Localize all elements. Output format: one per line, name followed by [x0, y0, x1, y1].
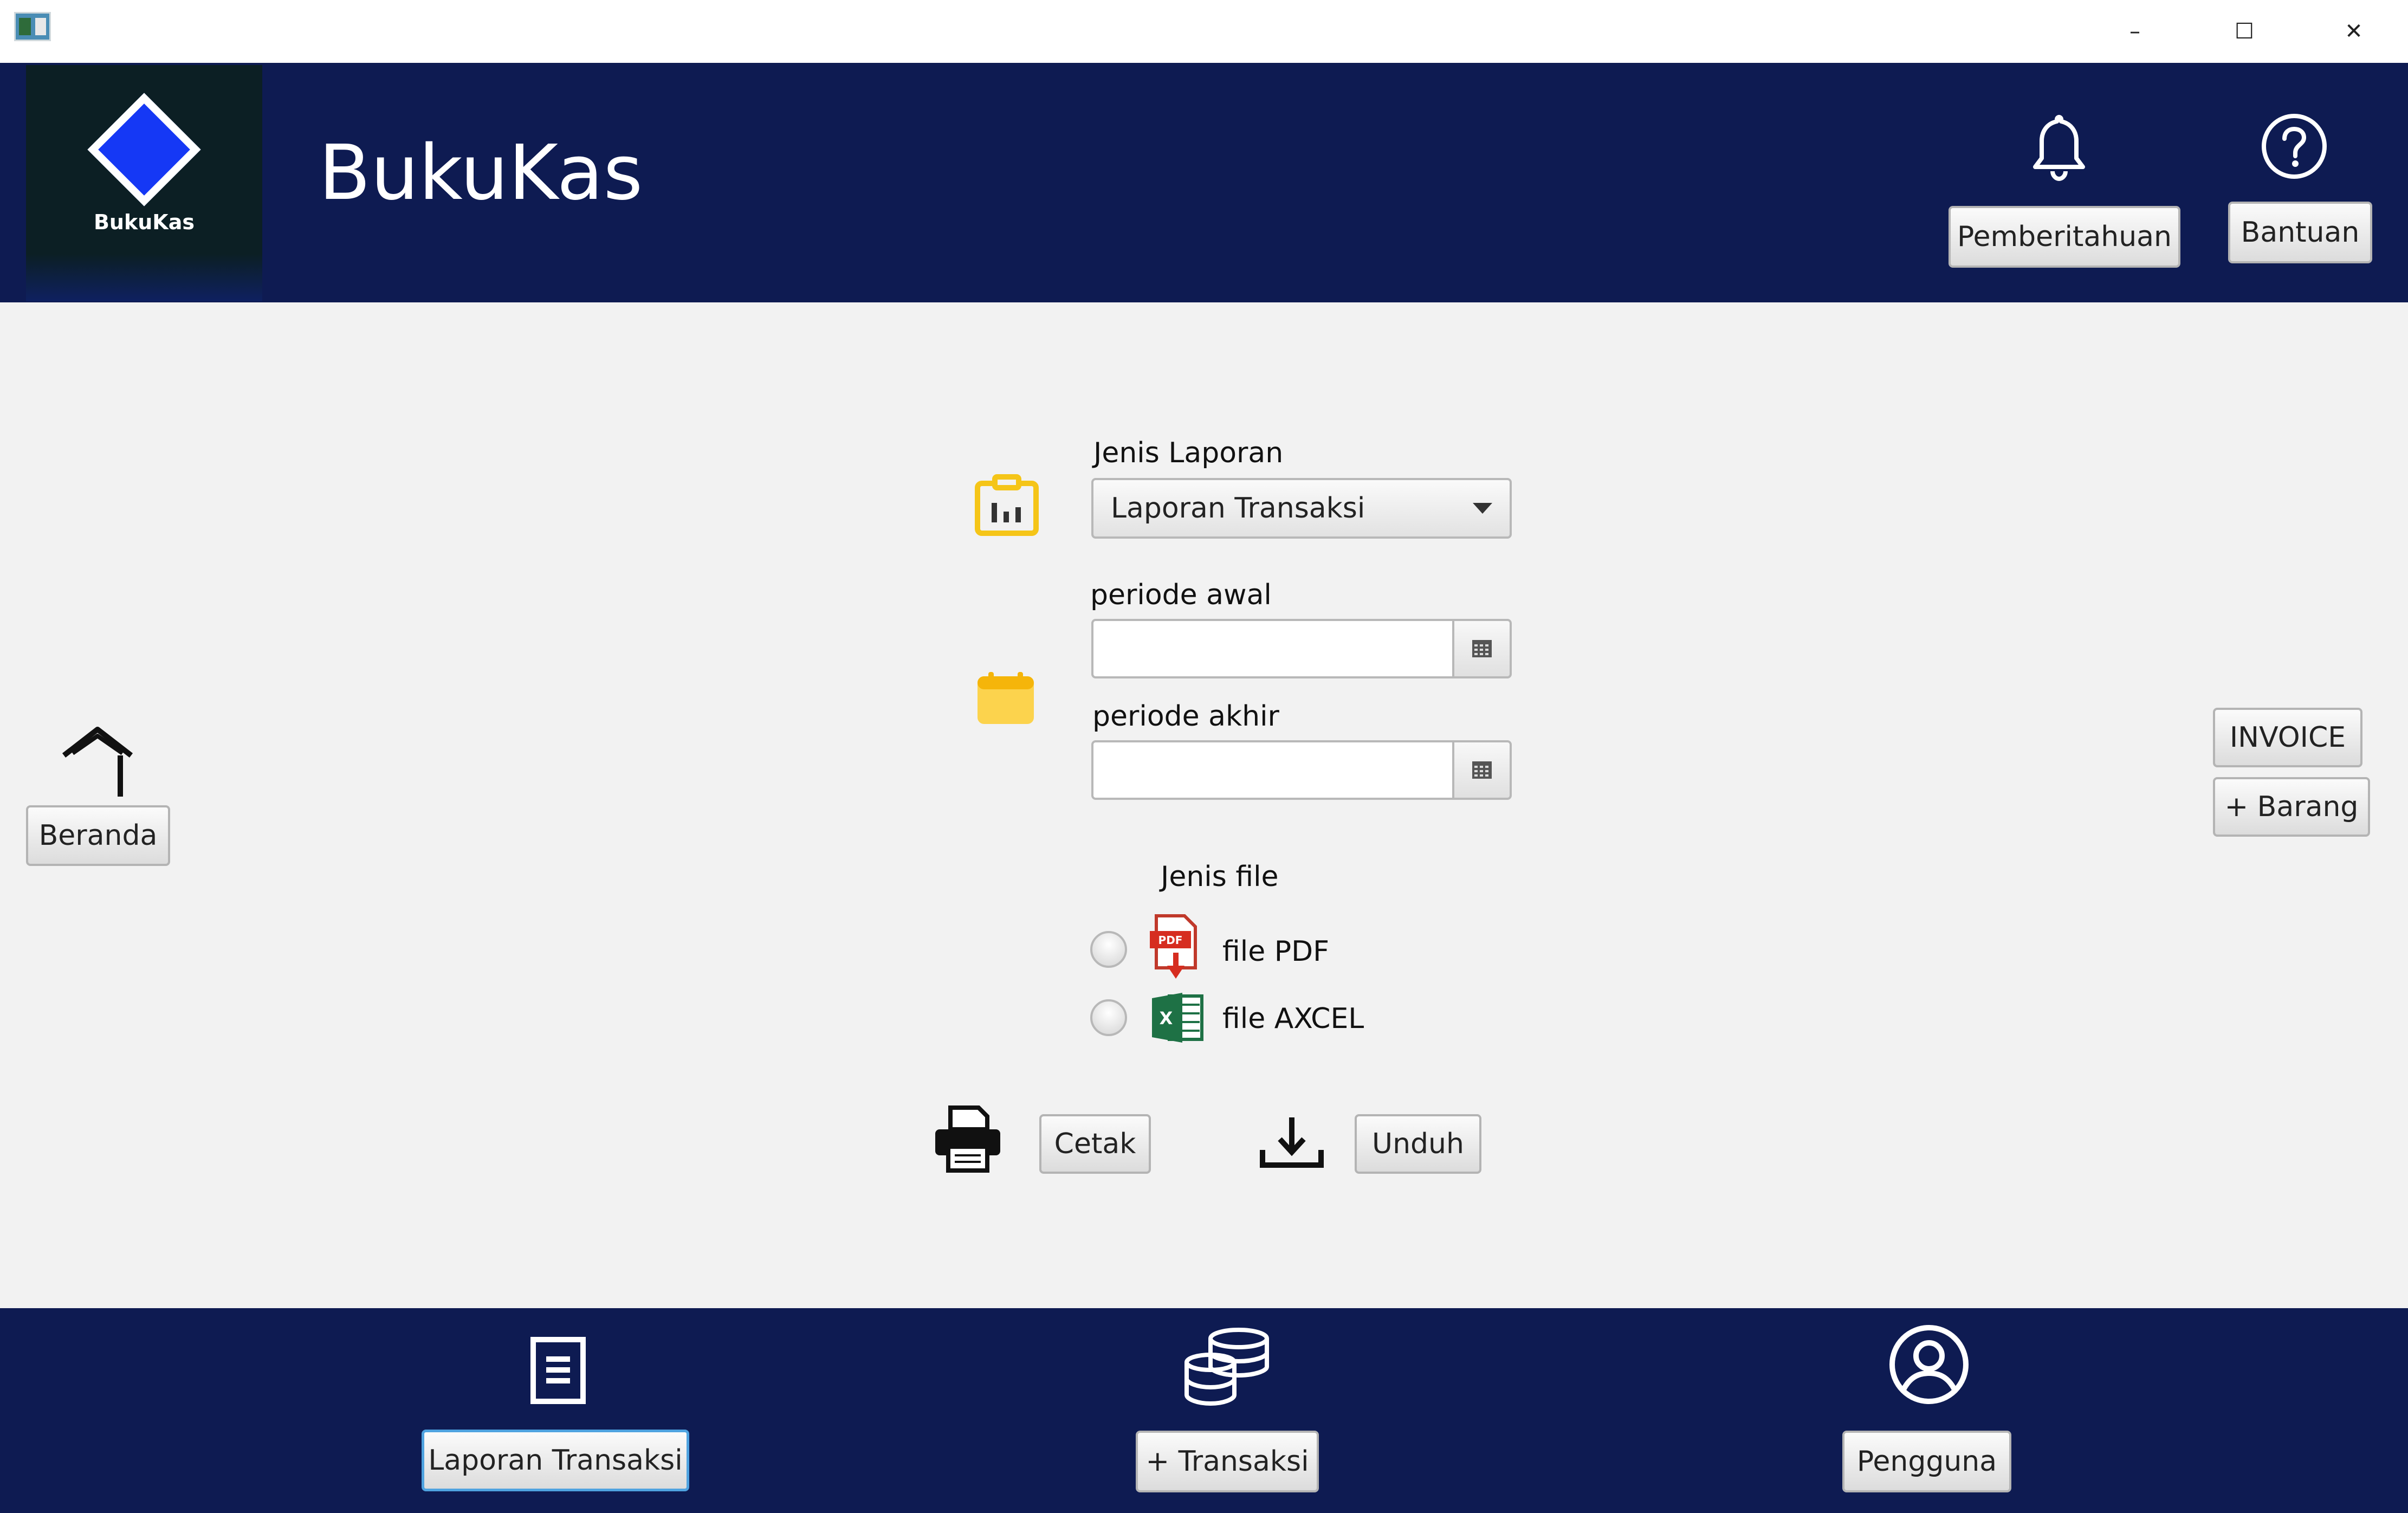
- help-button[interactable]: Bantuan: [2228, 202, 2372, 263]
- notification-button[interactable]: Pemberitahuan: [1949, 206, 2180, 268]
- house-icon: [62, 727, 133, 797]
- excel-option-label: file AXCEL: [1222, 1003, 1364, 1035]
- database-icon: [1184, 1328, 1269, 1406]
- maximize-button[interactable]: ☐: [2190, 0, 2299, 63]
- minimize-button[interactable]: –: [2081, 0, 2189, 63]
- pdf-radio[interactable]: [1090, 931, 1127, 968]
- excel-radio[interactable]: [1090, 999, 1127, 1036]
- calendar-grid-icon: [1472, 761, 1492, 779]
- report-chart-icon: [975, 474, 1039, 536]
- chevron-down-icon: [1473, 503, 1492, 514]
- footer-item-laporan-transaksi[interactable]: Laporan Transaksi: [422, 1430, 689, 1491]
- logo-text: BukuKas: [93, 210, 195, 234]
- pdf-option-label: file PDF: [1222, 935, 1330, 968]
- svg-text:X: X: [1160, 1008, 1173, 1029]
- document-icon: [530, 1337, 586, 1404]
- printer-icon: [935, 1105, 1000, 1173]
- file-type-label: Jenis file: [1161, 861, 1279, 893]
- report-type-label: Jenis Laporan: [1093, 437, 1284, 469]
- close-button[interactable]: ✕: [2300, 0, 2408, 63]
- app-icon: [14, 12, 51, 41]
- print-button[interactable]: Cetak: [1039, 1114, 1151, 1174]
- footer-item-users[interactable]: Pengguna: [1842, 1431, 2011, 1492]
- report-type-select[interactable]: Laporan Transaksi: [1091, 478, 1512, 539]
- bell-icon: [2033, 115, 2085, 182]
- home-button[interactable]: Beranda: [26, 805, 170, 866]
- download-icon: [1260, 1117, 1324, 1168]
- footer-item-add-transaction[interactable]: + Transaksi: [1136, 1431, 1319, 1492]
- period-end-label: periode akhir: [1092, 700, 1279, 733]
- report-type-value: Laporan Transaksi: [1111, 492, 1365, 525]
- app-title: BukuKas: [319, 129, 643, 217]
- window-title-bar: – ☐ ✕: [0, 0, 2408, 63]
- period-end-input[interactable]: [1091, 740, 1454, 800]
- period-start-picker-button[interactable]: [1452, 619, 1512, 678]
- question-circle-icon: [2262, 114, 2327, 179]
- period-start-label: periode awal: [1090, 579, 1272, 611]
- user-circle-icon: [1889, 1325, 1969, 1404]
- period-end-picker-button[interactable]: [1452, 740, 1512, 800]
- add-item-button[interactable]: + Barang: [2213, 777, 2370, 837]
- calendar-icon: [978, 672, 1034, 724]
- calendar-grid-icon: [1472, 640, 1492, 657]
- invoice-button[interactable]: INVOICE: [2213, 708, 2362, 767]
- period-start-input[interactable]: [1091, 619, 1454, 678]
- pdf-icon: PDF: [1150, 914, 1197, 979]
- download-button[interactable]: Unduh: [1355, 1114, 1481, 1174]
- svg-text:PDF: PDF: [1158, 934, 1183, 947]
- excel-icon: X: [1152, 993, 1203, 1043]
